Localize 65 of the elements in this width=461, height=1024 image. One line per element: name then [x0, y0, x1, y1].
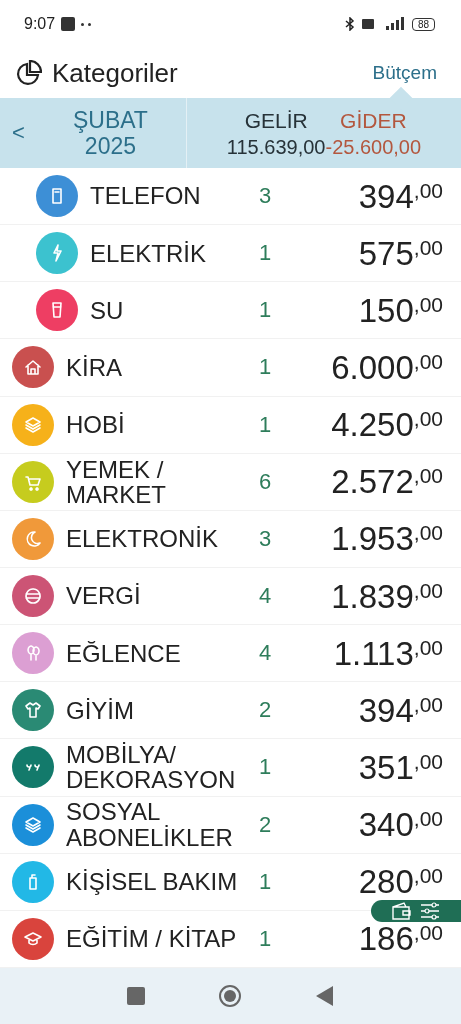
month-label: ŞUBAT	[72, 106, 148, 133]
transaction-count: 4	[257, 640, 273, 667]
amount: 1.839$^{,00}$	[330, 579, 443, 613]
notification-icon	[61, 17, 76, 31]
transaction-count: 4	[257, 583, 273, 610]
expense-total: -25.600,00	[325, 134, 422, 159]
page-title: Kategoriler	[52, 57, 178, 89]
previous-month-button[interactable]: <	[0, 120, 35, 146]
amount: 394$^{,00}$	[357, 693, 443, 727]
transaction-count: 3	[257, 525, 273, 552]
category-name: ELEKTRONİK	[66, 526, 220, 552]
amount: 394$^{,00}$	[357, 179, 443, 213]
budget-filter-button[interactable]	[371, 900, 461, 922]
transaction-count: 1	[257, 868, 273, 895]
battery-indicator: 88	[411, 17, 435, 31]
transaction-count: 2	[257, 811, 273, 838]
category-name: SU	[90, 297, 125, 323]
category-name: EĞLENCE	[66, 640, 182, 666]
budget-link[interactable]: Bütçem	[372, 62, 437, 84]
category-name: VERGİ	[66, 583, 142, 609]
sliders-icon	[420, 902, 440, 920]
transaction-count: 1	[257, 354, 273, 381]
category-name: GİYİM	[66, 697, 135, 723]
amount: 1.953$^{,00}$	[330, 522, 443, 556]
signal-icon	[361, 17, 406, 31]
amount: 2.572$^{,00}$	[330, 465, 443, 499]
transaction-count: 1	[257, 925, 273, 952]
transaction-count: 2	[257, 697, 273, 724]
category-name: MOBİLYA/ DEKORASYON	[66, 742, 237, 793]
bluetooth-icon	[343, 17, 356, 31]
transaction-count: 3	[257, 183, 273, 210]
amount: 280$^{,00}$	[357, 865, 443, 899]
home-button[interactable]	[218, 984, 243, 1008]
amount: 575$^{,00}$	[357, 236, 443, 270]
back-button[interactable]	[316, 986, 335, 1006]
amount: 6.000$^{,00}$	[330, 351, 443, 384]
category-name: YEMEK / MARKET	[66, 456, 167, 507]
transaction-count: 1	[257, 411, 273, 438]
expense-label: GİDER	[339, 108, 408, 135]
wallet-icon	[392, 902, 412, 920]
category-name: SOSYAL ABONELİKLER	[66, 799, 234, 850]
amount: 340$^{,00}$	[357, 808, 443, 842]
category-name: HOBİ	[66, 412, 126, 438]
transaction-count: 1	[257, 240, 273, 267]
amount: 1.113$^{,00}$	[332, 636, 443, 670]
month-selector[interactable]: < ŞUBAT 2025	[0, 98, 187, 168]
category-name: EĞİTİM / KİTAP	[66, 926, 238, 952]
category-name: KİŞİSEL BAKIM	[66, 869, 239, 895]
recent-apps-button[interactable]	[126, 987, 145, 1005]
category-name: TELEFON	[90, 183, 202, 209]
amount: 351$^{,00}$	[357, 750, 443, 784]
category-name: KİRA	[66, 354, 123, 381]
transaction-count: 1	[257, 754, 273, 781]
amount: 150$^{,00}$	[357, 293, 443, 327]
year-label: 2025	[84, 133, 136, 160]
more-icon	[81, 22, 92, 26]
pie-chart-icon	[16, 60, 42, 86]
transaction-count: 6	[257, 468, 273, 495]
amount: 4.250$^{,00}$	[330, 408, 443, 442]
amount: 186$^{,00}$	[357, 922, 443, 956]
income-label: GELİR	[243, 108, 309, 135]
status-time: 9:07	[24, 15, 56, 33]
category-name: ELEKTRİK	[90, 240, 208, 266]
transaction-count: 1	[257, 297, 273, 324]
income-total: 115.639,00	[226, 134, 326, 159]
